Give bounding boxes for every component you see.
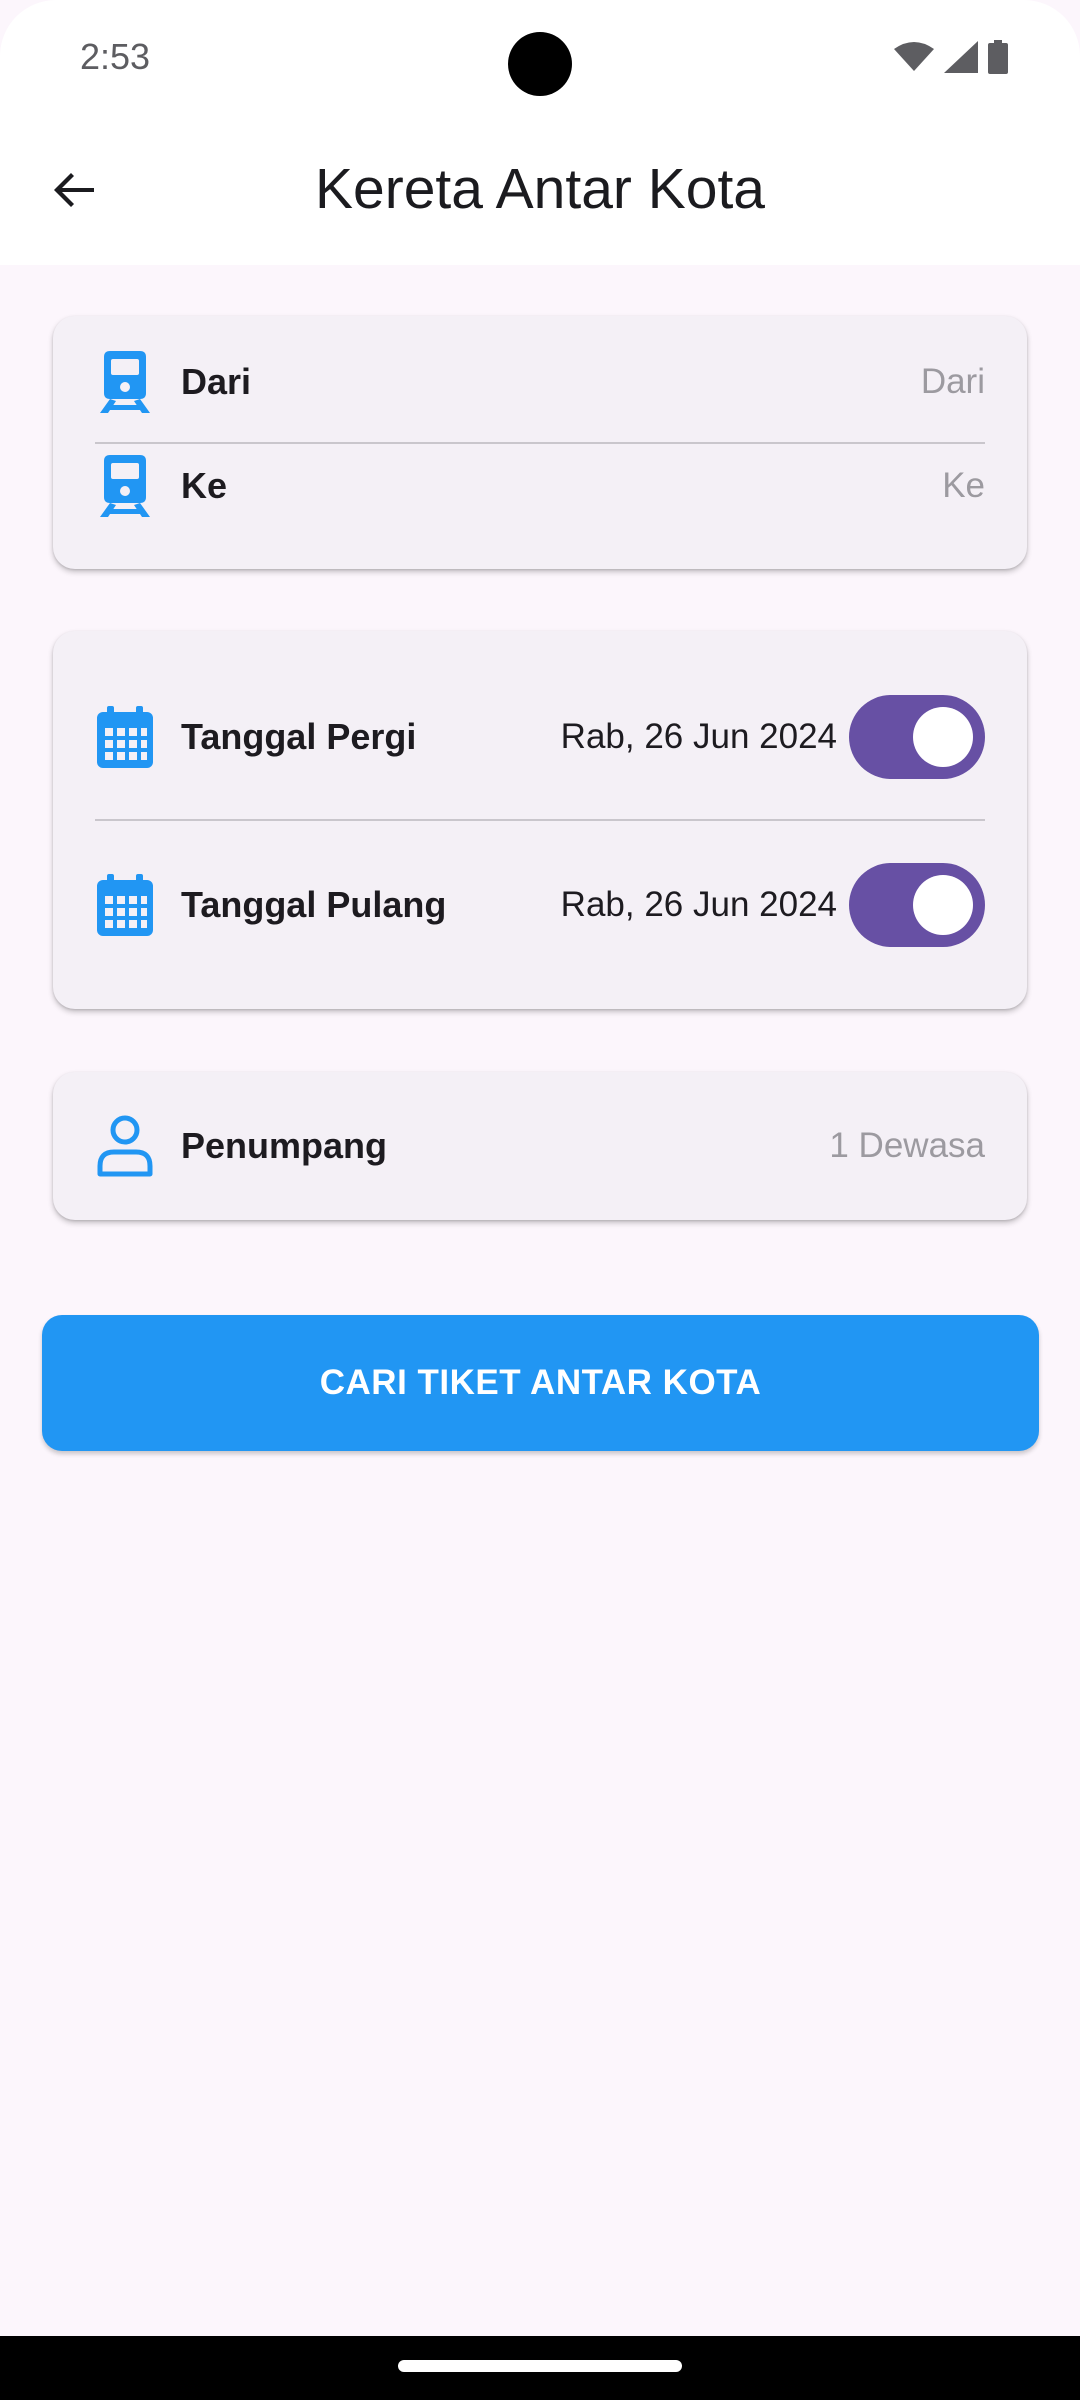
date-card: Tanggal Pergi Rab, 26 Jun 2024 Tanggal P…: [53, 631, 1027, 1009]
app-bar: Kereta Antar Kota: [0, 120, 1080, 265]
return-date-value: Rab, 26 Jun 2024: [560, 885, 837, 924]
person-icon: [95, 1115, 155, 1177]
return-date-row[interactable]: Tanggal Pulang Rab, 26 Jun 2024: [95, 863, 985, 947]
passenger-label: Penumpang: [181, 1125, 388, 1166]
from-label: Dari: [181, 361, 252, 402]
from-value: Dari: [920, 362, 985, 401]
return-date-toggle[interactable]: [849, 863, 985, 947]
depart-date-toggle[interactable]: [849, 695, 985, 779]
depart-date-value: Rab, 26 Jun 2024: [560, 717, 837, 756]
screen: 2:53 Kereta Antar Kota Dari Dari Ke Ke T…: [0, 0, 1080, 2400]
toggle-knob: [913, 707, 973, 767]
train-icon: [95, 351, 155, 413]
to-label: Ke: [181, 465, 228, 506]
wifi-icon: [894, 41, 934, 78]
passenger-row[interactable]: Penumpang 1 Dewasa: [95, 1114, 985, 1178]
passenger-card: Penumpang 1 Dewasa: [53, 1072, 1027, 1220]
status-icons: [894, 40, 1008, 79]
battery-icon: [988, 40, 1008, 79]
route-card: Dari Dari Ke Ke: [53, 316, 1027, 569]
calendar-icon: [95, 706, 155, 768]
passenger-value: 1 Dewasa: [829, 1126, 985, 1165]
calendar-icon: [95, 874, 155, 936]
to-station-row[interactable]: Ke Ke: [95, 455, 985, 517]
divider: [95, 442, 985, 444]
divider: [95, 819, 985, 821]
to-value: Ke: [942, 466, 985, 505]
train-icon: [95, 455, 155, 517]
navigation-bar: [0, 2336, 1080, 2400]
camera-cutout: [508, 32, 572, 96]
depart-date-row[interactable]: Tanggal Pergi Rab, 26 Jun 2024: [95, 695, 985, 779]
status-time: 2:53: [80, 36, 151, 77]
home-handle[interactable]: [398, 2360, 682, 2372]
from-station-row[interactable]: Dari Dari: [95, 351, 985, 413]
search-ticket-button[interactable]: CARI TIKET ANTAR KOTA: [42, 1315, 1039, 1451]
depart-date-label: Tanggal Pergi: [181, 716, 417, 757]
toggle-knob: [913, 875, 973, 935]
status-bar: 2:53: [0, 0, 1080, 120]
page-title: Kereta Antar Kota: [315, 157, 765, 221]
signal-icon: [944, 41, 978, 78]
return-date-label: Tanggal Pulang: [181, 884, 447, 925]
